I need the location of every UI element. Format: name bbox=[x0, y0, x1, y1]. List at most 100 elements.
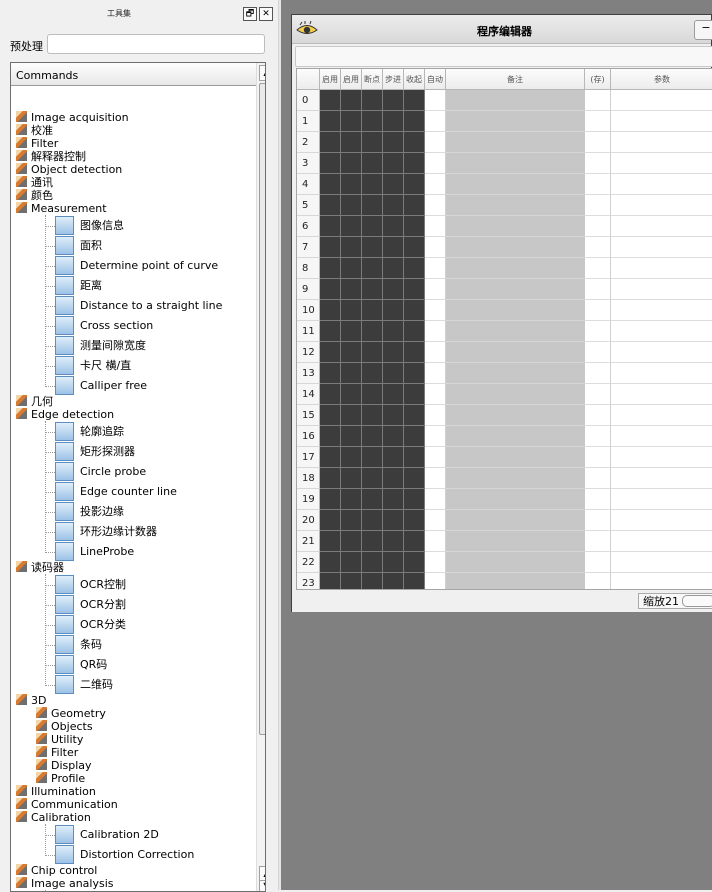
grid-cell[interactable] bbox=[362, 279, 383, 300]
editor-title-bar[interactable]: 程序编辑器 − bbox=[292, 15, 712, 44]
grid-cell[interactable] bbox=[362, 363, 383, 384]
zoom-slider[interactable] bbox=[682, 595, 712, 607]
grid-cell[interactable] bbox=[404, 573, 425, 589]
grid-cell[interactable] bbox=[425, 447, 446, 468]
grid-cell[interactable] bbox=[585, 552, 611, 573]
grid-cell[interactable] bbox=[611, 237, 712, 258]
editor-toolbar[interactable] bbox=[295, 46, 712, 67]
grid-cell[interactable] bbox=[611, 321, 712, 342]
grid-cell[interactable] bbox=[320, 279, 341, 300]
tree-item[interactable]: Image acquisition bbox=[16, 111, 129, 124]
grid-cell[interactable] bbox=[446, 363, 585, 384]
grid-cell[interactable] bbox=[425, 342, 446, 363]
grid-cell[interactable] bbox=[425, 510, 446, 531]
grid-cell[interactable] bbox=[404, 216, 425, 237]
grid-cell[interactable] bbox=[446, 153, 585, 174]
grid-cell[interactable] bbox=[585, 237, 611, 258]
grid-cell[interactable] bbox=[362, 405, 383, 426]
grid-cell[interactable] bbox=[362, 342, 383, 363]
tree-subitem[interactable]: 距离 bbox=[55, 276, 102, 296]
grid-cell[interactable] bbox=[611, 258, 712, 279]
grid-cell[interactable] bbox=[341, 174, 362, 195]
tree-item[interactable]: 解释器控制 bbox=[16, 150, 86, 163]
tree-item[interactable]: 几何 bbox=[16, 395, 53, 408]
grid-cell[interactable] bbox=[585, 384, 611, 405]
grid-cell[interactable] bbox=[611, 132, 712, 153]
tree-item[interactable]: Image analysis bbox=[16, 877, 113, 890]
grid-cell[interactable] bbox=[362, 426, 383, 447]
grid-cell[interactable] bbox=[611, 426, 712, 447]
grid-cell[interactable] bbox=[362, 237, 383, 258]
row-number[interactable]: 22 bbox=[297, 552, 320, 573]
grid-cell[interactable] bbox=[446, 174, 585, 195]
grid-cell[interactable] bbox=[362, 258, 383, 279]
grid-cell[interactable] bbox=[446, 237, 585, 258]
preprocess-input[interactable] bbox=[47, 34, 265, 54]
tree-item[interactable]: Edge detection bbox=[16, 408, 114, 421]
grid-cell[interactable] bbox=[404, 531, 425, 552]
tree-item[interactable]: Filter bbox=[16, 137, 58, 150]
grid-cell[interactable] bbox=[362, 573, 383, 589]
row-number[interactable]: 4 bbox=[297, 174, 320, 195]
grid-cell[interactable] bbox=[425, 489, 446, 510]
grid-cell[interactable] bbox=[404, 552, 425, 573]
tree-subitem[interactable]: OCR分类 bbox=[55, 615, 126, 635]
tree-item[interactable]: 通讯 bbox=[16, 176, 53, 189]
grid-cell[interactable] bbox=[585, 426, 611, 447]
row-number[interactable]: 19 bbox=[297, 489, 320, 510]
grid-cell[interactable] bbox=[585, 132, 611, 153]
row-number[interactable]: 9 bbox=[297, 279, 320, 300]
grid-cell[interactable] bbox=[404, 384, 425, 405]
grid-cell[interactable] bbox=[383, 258, 404, 279]
grid-cell[interactable] bbox=[320, 237, 341, 258]
tree-subitem[interactable]: Determine point of curve bbox=[55, 256, 218, 276]
grid-cell[interactable] bbox=[611, 174, 712, 195]
row-number[interactable]: 3 bbox=[297, 153, 320, 174]
grid-cell[interactable] bbox=[383, 321, 404, 342]
grid-cell[interactable] bbox=[425, 531, 446, 552]
tree-subitem[interactable]: 条码 bbox=[55, 635, 102, 655]
grid-cell[interactable] bbox=[425, 174, 446, 195]
tree-item[interactable]: 3D bbox=[16, 694, 46, 707]
grid-cell[interactable] bbox=[425, 321, 446, 342]
grid-cell[interactable] bbox=[425, 237, 446, 258]
grid-cell[interactable] bbox=[320, 447, 341, 468]
grid-cell[interactable] bbox=[341, 573, 362, 589]
grid-cell[interactable] bbox=[320, 174, 341, 195]
grid-cell[interactable] bbox=[362, 384, 383, 405]
grid-cell[interactable] bbox=[362, 468, 383, 489]
grid-cell[interactable] bbox=[362, 153, 383, 174]
grid-cell[interactable] bbox=[341, 321, 362, 342]
grid-cell[interactable] bbox=[404, 363, 425, 384]
grid-cell[interactable] bbox=[425, 468, 446, 489]
grid-cell[interactable] bbox=[320, 111, 341, 132]
tree-subitem[interactable]: Geometry bbox=[36, 707, 106, 720]
grid-cell[interactable] bbox=[362, 174, 383, 195]
grid-cell[interactable] bbox=[341, 363, 362, 384]
grid-cell[interactable] bbox=[425, 90, 446, 111]
tree-subitem[interactable]: 矩形探测器 bbox=[55, 442, 135, 462]
grid-cell[interactable] bbox=[320, 300, 341, 321]
grid-cell[interactable] bbox=[362, 111, 383, 132]
tree-item[interactable]: Calibration bbox=[16, 811, 91, 824]
row-number[interactable]: 15 bbox=[297, 405, 320, 426]
grid-cell[interactable] bbox=[362, 216, 383, 237]
grid-cell[interactable] bbox=[585, 405, 611, 426]
grid-cell[interactable] bbox=[611, 384, 712, 405]
grid-cell[interactable] bbox=[425, 216, 446, 237]
grid-cell[interactable] bbox=[611, 531, 712, 552]
grid-cell[interactable] bbox=[446, 279, 585, 300]
grid-cell[interactable] bbox=[341, 153, 362, 174]
grid-cell[interactable] bbox=[585, 111, 611, 132]
grid-cell[interactable] bbox=[585, 153, 611, 174]
grid-cell[interactable] bbox=[425, 279, 446, 300]
grid-cell[interactable] bbox=[383, 405, 404, 426]
grid-cell[interactable] bbox=[383, 342, 404, 363]
grid-cell[interactable] bbox=[611, 153, 712, 174]
grid-cell[interactable] bbox=[341, 279, 362, 300]
grid-cell[interactable] bbox=[383, 426, 404, 447]
grid-cell[interactable] bbox=[446, 90, 585, 111]
grid-cell[interactable] bbox=[446, 468, 585, 489]
grid-cell[interactable] bbox=[446, 405, 585, 426]
grid-cell[interactable] bbox=[446, 447, 585, 468]
